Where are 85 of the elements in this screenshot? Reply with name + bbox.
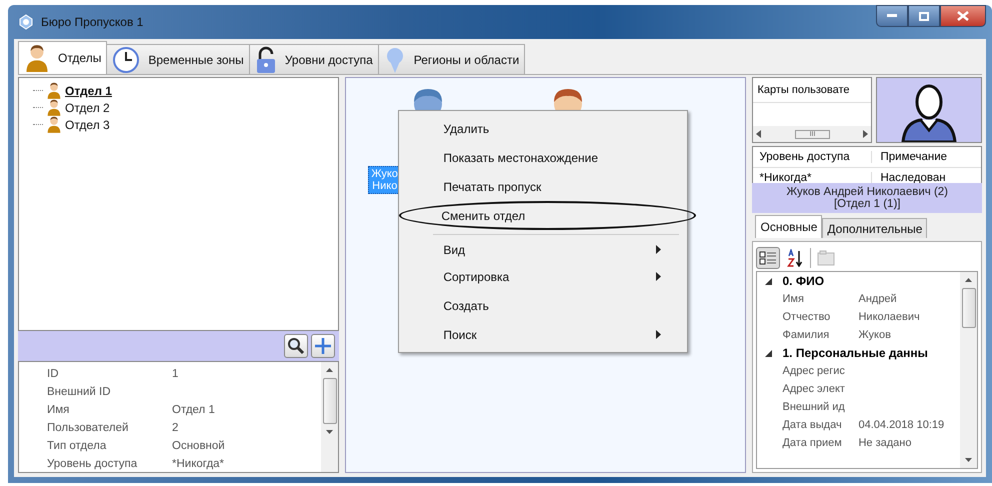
property-name: Адрес элект [782, 382, 846, 397]
scroll-right-arrow-icon[interactable] [863, 130, 868, 138]
property-value: Николаевич [858, 310, 920, 325]
scroll-up-arrow-icon[interactable] [326, 368, 334, 372]
table-cell-text: *Никогда* [758, 172, 813, 184]
property-name: Имя [782, 292, 805, 307]
tab[interactable]: Временные зоны [106, 44, 250, 74]
tab[interactable]: Уровни доступа [248, 44, 379, 74]
scrollbar[interactable] [321, 362, 338, 472]
scrollbar[interactable] [960, 272, 977, 468]
app-logo-icon [18, 14, 34, 30]
property-value: *Никогда* [172, 457, 224, 472]
scroll-down-arrow-icon[interactable] [326, 430, 334, 434]
scroll-left-arrow-icon[interactable] [756, 130, 762, 138]
person-icon [47, 116, 61, 133]
property-name: Отчество [782, 310, 832, 325]
employee-department: [Отдел 1 (1)] [834, 198, 900, 210]
property-value: 04.04.2018 10:19 [858, 418, 944, 433]
property-name: Уровень доступа [47, 457, 138, 472]
property-name: ID [47, 367, 60, 382]
submenu-arrow-icon [656, 245, 662, 254]
menu-item[interactable]: Поиск [401, 320, 686, 349]
tab[interactable]: Дополнительные [822, 218, 928, 238]
property-value: Андрей [858, 292, 897, 307]
person-icon [47, 99, 61, 116]
pages-icon [817, 250, 836, 266]
close-icon [957, 11, 969, 21]
person-icon [47, 82, 61, 99]
column-header[interactable]: Уровень доступа [753, 151, 872, 163]
sort-az-icon [787, 249, 804, 267]
user-avatar-icon [899, 82, 960, 142]
tab[interactable]: Регионы и области [378, 44, 526, 74]
menu-item[interactable]: Показать местонахождение [401, 143, 686, 172]
tab[interactable]: Отделы [18, 41, 108, 74]
column-header[interactable]: Примечание [871, 151, 948, 163]
property-name: Внешний ID [47, 385, 112, 400]
close-button[interactable] [940, 5, 986, 27]
submenu-arrow-icon [656, 272, 662, 281]
categorized-list-icon [759, 250, 778, 266]
scrollbar-thumb[interactable] [322, 378, 337, 424]
menu-item[interactable]: Создать [401, 291, 686, 320]
category-title: 1. Персональные данны [782, 346, 928, 360]
property-value: 2 [172, 421, 178, 436]
minimize-button[interactable] [876, 5, 908, 27]
property-name: Внешний ид [782, 400, 846, 415]
property-value: Основной [172, 439, 225, 454]
property-name: Пользователей [47, 421, 130, 436]
scrollbar-thumb[interactable] [962, 288, 976, 328]
property-name: Адрес регис [782, 364, 846, 379]
property-value: Жуков [858, 328, 891, 343]
person-icon [24, 44, 50, 72]
property-name: Дата прием [782, 436, 843, 451]
tree-item[interactable]: Отдел 1 [65, 84, 112, 98]
lock-icon [254, 46, 277, 74]
tree-item[interactable]: Отдел 2 [65, 100, 110, 114]
tree-item[interactable]: Отдел 3 [65, 118, 110, 132]
scroll-up-arrow-icon[interactable] [965, 278, 972, 282]
property-name: Тип отдела [47, 439, 108, 454]
menu-item[interactable]: Удалить [401, 114, 686, 143]
add-button[interactable] [311, 334, 336, 358]
column-header[interactable]: Карты пользовате [753, 78, 872, 103]
minimize-icon [887, 14, 897, 18]
categorized-view-button[interactable] [756, 247, 780, 269]
property-name: Фамилия [782, 328, 830, 343]
expander-icon[interactable] [765, 350, 772, 356]
property-value: Не задано [858, 436, 912, 451]
expander-icon[interactable] [765, 278, 772, 284]
maximize-button[interactable] [908, 5, 940, 27]
plus-icon [314, 337, 332, 355]
property-value: 1 [172, 367, 178, 382]
property-value: Отдел 1 [172, 403, 215, 418]
menu-item[interactable]: Сортировка [401, 262, 686, 291]
search-button[interactable] [284, 334, 308, 358]
window-title: Бюро Пропусков 1 [41, 15, 144, 29]
tab[interactable]: Основные [755, 215, 822, 238]
category-title: 0. ФИО [782, 274, 824, 288]
maximize-icon [919, 12, 929, 20]
employee-full-name: Жуков Андрей Николаевич (2) [786, 186, 948, 198]
property-name: Имя [47, 403, 70, 418]
scroll-down-arrow-icon[interactable] [965, 458, 972, 462]
submenu-arrow-icon [656, 330, 662, 339]
search-icon [287, 337, 306, 355]
menu-item[interactable]: Печатать пропуск [401, 172, 686, 201]
clock-icon [112, 46, 140, 74]
property-name: Дата выдач [782, 418, 843, 433]
